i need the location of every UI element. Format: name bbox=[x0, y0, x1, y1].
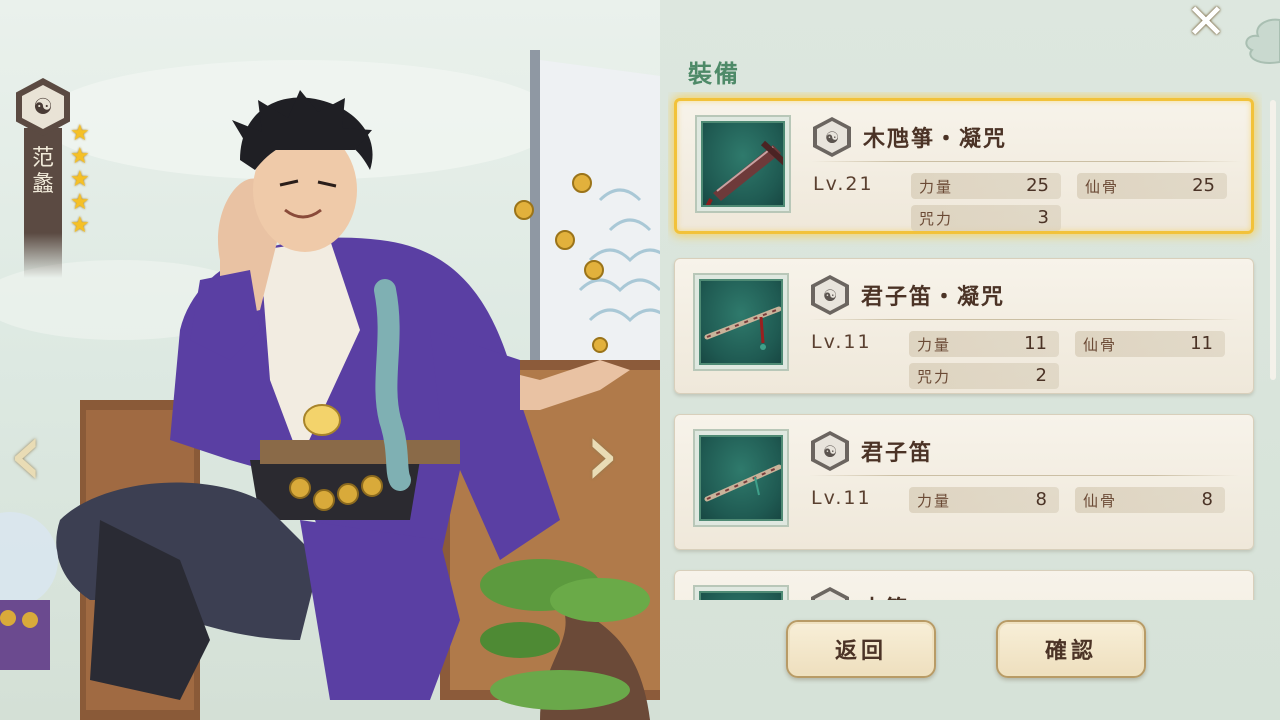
stat-label: 仙骨 bbox=[1083, 492, 1118, 510]
stat-immortal-bone: 仙骨 8 bbox=[1075, 487, 1225, 513]
chevron-left-icon[interactable]: ‹ bbox=[4, 405, 48, 505]
stat-label: 咒力 bbox=[917, 368, 952, 386]
character-name-char-2: 蠡 bbox=[31, 172, 54, 197]
weapon-icon bbox=[699, 591, 783, 600]
stat-value: 2 bbox=[1035, 365, 1047, 386]
divider bbox=[811, 161, 1241, 162]
stat-value: 3 bbox=[1037, 207, 1049, 228]
character-name-char-1: 范 bbox=[31, 146, 54, 171]
divider bbox=[809, 475, 1239, 476]
back-button[interactable]: 返回 bbox=[786, 620, 936, 678]
item-name: 木箏 bbox=[861, 591, 909, 600]
flute-weapon-icon bbox=[699, 435, 783, 521]
divider bbox=[809, 319, 1239, 320]
item-icon-frame bbox=[693, 585, 789, 600]
equipment-item[interactable]: ☯ 君子笛・凝咒 Lv.11 力量 11 仙骨 11 咒力 2 bbox=[674, 258, 1254, 394]
item-name: 木虺箏・凝咒 bbox=[863, 127, 1008, 152]
stat-value: 8 bbox=[1035, 489, 1047, 510]
item-icon-frame bbox=[693, 273, 789, 371]
star-icon: ★ bbox=[70, 121, 90, 146]
character-name: 范 蠡 bbox=[24, 128, 62, 278]
item-name: 君子笛・凝咒 bbox=[861, 285, 1006, 310]
item-level: Lv.11 bbox=[811, 331, 872, 353]
star-icon: ★ bbox=[70, 213, 90, 238]
chevron-right-icon[interactable]: › bbox=[580, 405, 624, 505]
stat-value: 25 bbox=[1026, 175, 1049, 196]
equipment-item[interactable]: ☯ 君子笛 Lv.11 力量 8 仙骨 8 bbox=[674, 414, 1254, 550]
item-level: Lv.11 bbox=[811, 487, 872, 509]
item-icon-frame bbox=[693, 429, 789, 527]
stat-immortal-bone: 仙骨 11 bbox=[1075, 331, 1225, 357]
star-rating: ★ ★ ★ ★ ★ bbox=[70, 121, 94, 238]
stat-label: 力量 bbox=[917, 492, 952, 510]
stat-strength: 力量 25 bbox=[911, 173, 1061, 199]
star-icon: ★ bbox=[70, 167, 90, 192]
star-icon: ★ bbox=[70, 190, 90, 215]
stat-label: 咒力 bbox=[919, 210, 954, 228]
taiji-icon: ☯ bbox=[813, 117, 851, 157]
stat-immortal-bone: 仙骨 25 bbox=[1077, 173, 1227, 199]
stat-value: 25 bbox=[1192, 175, 1215, 196]
stat-strength: 力量 11 bbox=[909, 331, 1059, 357]
character-name-badge: 范 蠡 ☯ bbox=[16, 78, 72, 278]
character-illustration bbox=[0, 50, 680, 720]
stat-label: 仙骨 bbox=[1083, 336, 1118, 354]
stat-label: 仙骨 bbox=[1085, 178, 1120, 196]
stat-strength: 力量 8 bbox=[909, 487, 1059, 513]
confirm-button[interactable]: 確認 bbox=[996, 620, 1146, 678]
item-level: Lv.21 bbox=[813, 173, 874, 195]
stat-curse-power: 咒力 2 bbox=[909, 363, 1059, 389]
zither-weapon-icon bbox=[701, 121, 785, 207]
cloud-decoration-icon bbox=[1245, 18, 1280, 64]
panel-title: 裝備 bbox=[688, 60, 740, 88]
item-name: 君子笛 bbox=[861, 441, 934, 466]
stat-label: 力量 bbox=[917, 336, 952, 354]
equipment-item-selected[interactable]: ☯ 木虺箏・凝咒 Lv.21 力量 25 仙骨 25 咒力 3 bbox=[674, 98, 1254, 234]
character-art-scene: 范 蠡 ☯ ★ ★ ★ ★ ★ ‹ › bbox=[0, 0, 680, 720]
taiji-icon: ☯ bbox=[811, 587, 849, 600]
flute-weapon-icon bbox=[699, 279, 783, 365]
taiji-icon: ☯ bbox=[811, 431, 849, 471]
close-x-icon[interactable]: ✕ bbox=[1178, 0, 1234, 46]
stat-value: 8 bbox=[1201, 489, 1213, 510]
item-icon-frame bbox=[695, 115, 791, 213]
scrollbar[interactable] bbox=[1270, 100, 1276, 380]
stat-value: 11 bbox=[1190, 333, 1213, 354]
taiji-icon: ☯ bbox=[811, 275, 849, 315]
stat-label: 力量 bbox=[919, 178, 954, 196]
stat-curse-power: 咒力 3 bbox=[911, 205, 1061, 231]
equipment-list[interactable]: ☯ 木虺箏・凝咒 Lv.21 力量 25 仙骨 25 咒力 3 ☯ 君子笛・凝咒… bbox=[668, 92, 1262, 600]
equipment-item[interactable]: ☯ 木箏 bbox=[674, 570, 1254, 600]
star-icon: ★ bbox=[70, 144, 90, 169]
stat-value: 11 bbox=[1024, 333, 1047, 354]
